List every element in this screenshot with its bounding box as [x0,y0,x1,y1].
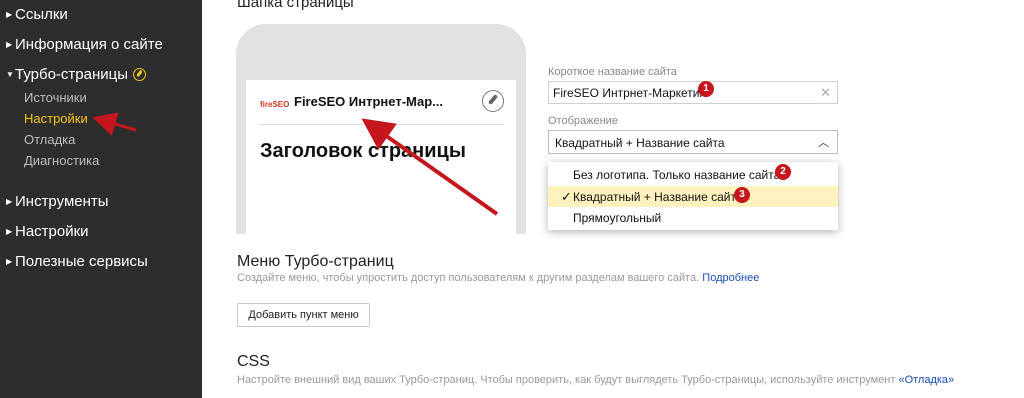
sidebar-item-label: Инструменты [15,193,109,210]
sidebar-subitem-debug[interactable]: Отладка [24,132,75,147]
option-label: Прямоугольный [573,211,662,225]
section-title-menu: Меню Турбо-страниц [237,253,394,270]
collapsed-arrow-icon: ▶ [6,197,13,206]
dropdown-option-rectangular[interactable]: Прямоугольный [548,207,838,228]
sidebar: ▶ Ссылки ▶ Информация о сайте ▼ Турбо-ст… [0,0,202,398]
divider [260,124,504,125]
css-description: Настройте внешний вид ваших Турбо-страни… [237,374,954,386]
sidebar-subitem-settings[interactable]: Настройки [24,111,88,126]
short-name-label: Короткое название сайта [548,66,677,78]
sidebar-item-tools[interactable]: ▶ Инструменты [6,193,109,210]
preview-page-heading: Заголовок страницы [260,140,466,162]
collapsed-arrow-icon: ▶ [6,10,13,19]
collapsed-arrow-icon: ▶ [6,40,13,49]
debug-tool-link[interactable]: «Отладка» [898,374,954,386]
sidebar-subitem-sources[interactable]: Источники [24,90,87,105]
sidebar-item-site-info[interactable]: ▶ Информация о сайте [6,36,163,53]
check-icon: ✓ [561,189,572,204]
expanded-arrow-icon: ▼ [6,70,14,79]
preview-site-name: FireSEO Интрнет-Мар... [294,94,444,109]
menu-description-text: Создайте меню, чтобы упростить доступ по… [237,272,700,284]
sidebar-item-links[interactable]: ▶ Ссылки [6,6,68,23]
sidebar-item-useful-services[interactable]: ▶ Полезные сервисы [6,253,148,270]
site-logo: fireSEO [260,100,290,109]
sidebar-item-label: Ссылки [15,6,68,23]
short-name-field[interactable]: ✕ [548,81,838,104]
short-name-input[interactable] [549,82,809,103]
display-select-value: Квадратный + Название сайта [555,136,725,150]
sidebar-item-label: Информация о сайте [15,36,163,53]
more-info-link[interactable]: Подробнее [702,272,759,284]
collapsed-arrow-icon: ▶ [6,227,13,236]
option-label: Квадратный + Название сайта [573,190,743,204]
sidebar-item-settings[interactable]: ▶ Настройки [6,223,89,240]
dropdown-option-no-logo[interactable]: Без логотипа. Только название сайта [548,164,838,185]
annotation-badge-3: 3 [734,187,750,203]
sidebar-item-label: Турбо-страницы [15,66,129,83]
annotation-badge-1: 1 [698,81,714,97]
section-title-header: Шапка страницы [237,0,354,11]
phone-preview: fireSEO FireSEO Интрнет-Мар... Заголовок… [236,24,526,234]
display-select[interactable]: Квадратный + Название сайта ︿ [548,130,838,154]
css-description-text: Настройте внешний вид ваших Турбо-страни… [237,374,896,386]
sidebar-item-turbo-pages[interactable]: ▼ Турбо-страницы [6,66,147,83]
rocket-icon [482,90,504,112]
option-label: Без логотипа. Только название сайта [573,168,781,182]
rocket-icon [133,68,147,81]
section-title-css: CSS [237,353,270,370]
sidebar-item-label: Настройки [15,223,89,240]
display-dropdown: Без логотипа. Только название сайта ✓ Кв… [548,162,838,230]
clear-icon[interactable]: ✕ [820,85,831,101]
sidebar-subitem-diagnostics[interactable]: Диагностика [24,153,99,168]
phone-screen: fireSEO FireSEO Интрнет-Мар... Заголовок… [246,80,516,234]
add-menu-item-button[interactable]: Добавить пункт меню [237,303,370,327]
annotation-badge-2: 2 [775,164,791,180]
chevron-up-icon: ︿ [818,137,829,149]
menu-description: Создайте меню, чтобы упростить доступ по… [237,272,759,284]
dropdown-option-square-name[interactable]: ✓ Квадратный + Название сайта [548,186,838,207]
collapsed-arrow-icon: ▶ [6,257,13,266]
display-label: Отображение [548,115,618,127]
sidebar-item-label: Полезные сервисы [15,253,148,270]
